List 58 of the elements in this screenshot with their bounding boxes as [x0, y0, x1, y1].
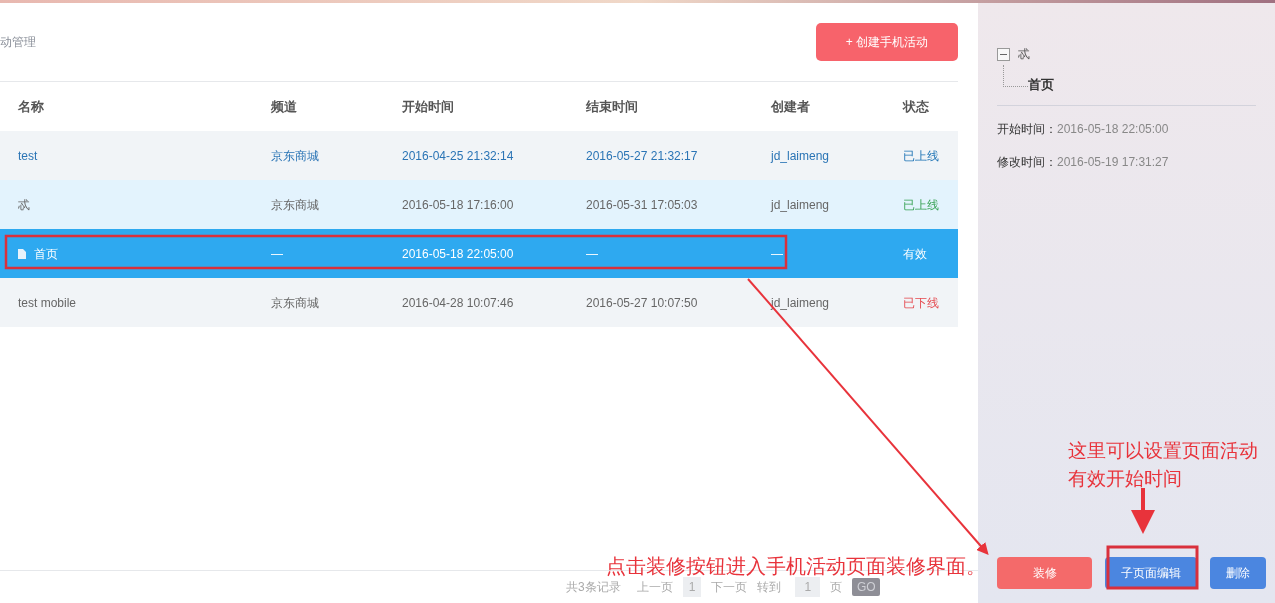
status-text: 已下线	[903, 295, 939, 310]
table-row[interactable]: test 京东商城 2016-04-25 21:32:14 2016-05-27 21:32:17 jd_laimeng 已上线	[0, 131, 958, 180]
column-header: 创建者	[771, 98, 810, 114]
field-value: 2016-05-19 17:31:27	[1057, 155, 1169, 169]
tree-node[interactable]: 忒	[1018, 45, 1030, 63]
table-cell-text: —	[586, 245, 598, 263]
table-cell-text: 2016-05-18 17:16:00	[402, 196, 514, 214]
field-label: 修改时间：	[997, 155, 1057, 169]
column-header: 结束时间	[586, 98, 638, 114]
table-row[interactable]: 首页 — 2016-05-18 22:05:00 — — 有效	[0, 229, 958, 278]
page-unit-label: 页	[830, 579, 843, 596]
field-value: 2016-05-18 22:05:00	[1057, 122, 1169, 136]
table-cell-text: test mobile	[18, 294, 77, 312]
table-cell-text: jd_laimeng	[771, 196, 830, 214]
table-cell-text: 首页	[34, 245, 58, 263]
column-header: 名称	[18, 98, 44, 114]
table-cell-text: 京东商城	[271, 196, 319, 214]
table-cell-text: 2016-05-18 22:05:00	[402, 245, 514, 263]
column-header: 频道	[271, 98, 297, 114]
column-header: 状态	[903, 98, 929, 114]
prev-page-link[interactable]: 上一页	[636, 578, 673, 596]
status-text: 有效	[903, 246, 927, 261]
record-count: 共3条记录	[566, 579, 621, 596]
table-cell-text: jd_laimeng	[771, 294, 830, 312]
table-cell-text: 2016-05-27 10:07:50	[586, 294, 698, 312]
field-label: 开始时间：	[997, 122, 1057, 136]
annotation-arrow	[1131, 488, 1155, 534]
table-cell-text: 忒	[18, 196, 30, 214]
go-button[interactable]: GO	[852, 578, 881, 596]
table-cell-text: 京东商城	[271, 147, 319, 165]
page-input[interactable]: 1	[795, 577, 821, 597]
annotation-text: 点击装修按钮进入手机活动页面装修界面。	[606, 553, 986, 580]
table-cell-text: 2016-04-28 10:07:46	[402, 294, 514, 312]
tree-node[interactable]: 首页	[1028, 74, 1054, 94]
status-text: 已上线	[903, 148, 939, 163]
table-cell-text: test	[18, 147, 38, 165]
column-header: 开始时间	[402, 98, 454, 114]
create-mobile-activity-button[interactable]: + 创建手机活动	[816, 23, 958, 61]
subpage-edit-button[interactable]: 子页面编辑	[1105, 557, 1197, 589]
table-cell-text: 2016-04-25 21:32:14	[402, 147, 514, 165]
collapse-toggle-icon[interactable]	[997, 47, 1010, 61]
table-row[interactable]: 忒 京东商城 2016-05-18 17:16:00 2016-05-31 17:05:03 jd_laimeng 已上线	[0, 180, 958, 229]
breadcrumb: 动管理	[0, 34, 36, 51]
page-number[interactable]: 1	[682, 577, 702, 597]
decorate-button[interactable]: 装修	[997, 557, 1092, 589]
next-page-link[interactable]: 下一页	[711, 578, 748, 596]
status-text: 已上线	[903, 197, 939, 212]
delete-button[interactable]: 删除	[1210, 557, 1266, 589]
table-cell-text: 2016-05-27 21:32:17	[586, 147, 698, 165]
table-cell-text: 2016-05-31 17:05:03	[586, 196, 698, 214]
table-cell-text: jd_laimeng	[771, 147, 830, 165]
table-cell-text: 京东商城	[271, 294, 319, 312]
table-cell-text: —	[271, 245, 283, 263]
file-icon	[18, 248, 26, 259]
table-cell-text: —	[771, 245, 783, 263]
table-row[interactable]: test mobile 京东商城 2016-04-28 10:07:46 2016-05-27 10:07:50 jd_laimeng 已下线	[0, 278, 958, 327]
goto-label: 转到	[757, 579, 782, 596]
annotation-text: 这里可以设置页面活动有效开始时间	[1068, 438, 1259, 491]
